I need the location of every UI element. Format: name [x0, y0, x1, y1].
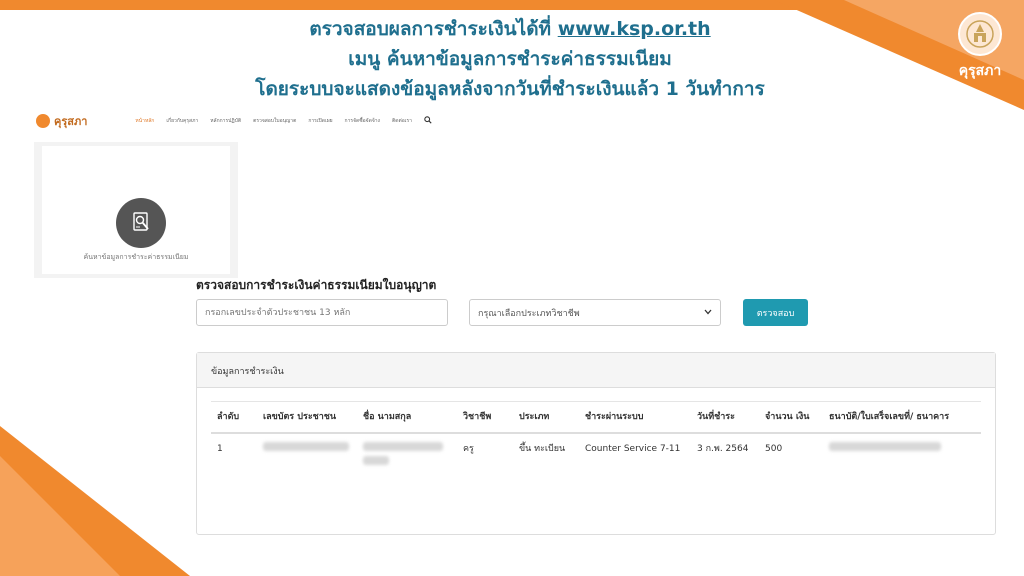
cell-citizen-id-redacted — [257, 433, 357, 478]
check-button[interactable]: ตรวจสอบ — [743, 299, 808, 326]
brand-name: คุรุสภา — [958, 63, 1002, 79]
site-navbar: คุรุสภา หน้าหลัก เกี่ยวกับคุรุสภา หลักกา… — [36, 110, 596, 132]
cell-type: ขึ้น ทะเบียน — [519, 444, 566, 454]
col-date: วันที่ชำระ — [691, 401, 759, 434]
col-profession: วิชาชีพ — [457, 401, 513, 434]
col-type: ประเภท — [513, 401, 579, 434]
corner-decoration-bottom-left-light — [0, 456, 120, 576]
nav-item-home[interactable]: หน้าหลัก — [135, 117, 154, 125]
announcement-heading: ตรวจสอบผลการชำระเงินได้ที่ www.ksp.or.th… — [140, 14, 880, 104]
cell-name-redacted — [357, 433, 457, 478]
col-name: ชื่อ นามสกุล — [357, 401, 457, 434]
nav-item-disclosure[interactable]: การเปิดเผย — [308, 117, 332, 125]
site-logo[interactable]: คุรุสภา — [36, 112, 87, 130]
nav-item-procurement[interactable]: การจัดซื้อจัดจ้าง — [345, 117, 380, 125]
nav-item-principles[interactable]: หลักการปฏิบัติ — [210, 117, 241, 125]
cell-amount: 500 — [765, 444, 783, 454]
announcement-line-2: เมนู ค้นหาข้อมูลการชำระค่าธรรมเนียม — [348, 48, 672, 70]
payment-search-tile-body: ค้นหาข้อมูลการชำระค่าธรรมเนียม — [42, 146, 230, 274]
col-index: ลำดับ — [211, 401, 257, 434]
payment-info-card-title: ข้อมูลการชำระเงิน — [197, 353, 995, 388]
col-receipt: ธนาบัติ/ใบเสร็จเลขที่/ ธนาคาร — [823, 401, 981, 434]
payment-search-tile[interactable]: ค้นหาข้อมูลการชำระค่าธรรมเนียม — [34, 142, 238, 278]
site-logo-text: คุรุสภา — [54, 115, 88, 128]
chevron-down-icon — [704, 308, 712, 317]
table-row: 1 ครู ขึ้น ทะเบียน Counter Service 7-11 … — [211, 433, 981, 478]
cell-date: 3 ก.พ. 2564 — [697, 444, 749, 454]
nav-item-about[interactable]: เกี่ยวกับคุรุสภา — [166, 117, 198, 125]
announcement-line-1: ตรวจสอบผลการชำระเงินได้ที่ www.ksp.or.th — [140, 14, 880, 44]
form-title: ตรวจสอบการชำระเงินค่าธรรมเนียมใบอนุญาต — [196, 278, 437, 292]
cell-receipt-redacted — [823, 433, 981, 478]
profession-select[interactable]: กรุณาเลือกประเภทวิชาชีพ — [469, 299, 721, 326]
search-icon[interactable] — [424, 116, 432, 126]
payment-search-tile-label: ค้นหาข้อมูลการชำระค่าธรรมเนียม — [83, 253, 189, 261]
citizen-id-input[interactable] — [196, 299, 448, 326]
website-link[interactable]: www.ksp.or.th — [558, 18, 711, 40]
col-channel: ชำระผ่านระบบ — [579, 401, 691, 434]
nav-item-license-check[interactable]: ตรวจสอบใบอนุญาต — [253, 117, 296, 125]
nav-item-contact[interactable]: ติดต่อเรา — [392, 117, 412, 125]
announcement-line-1-text: ตรวจสอบผลการชำระเงินได้ที่ — [309, 18, 558, 40]
profession-select-value: กรุณาเลือกประเภทวิชาชีพ — [478, 308, 580, 319]
ksp-brand-logo: คุรุสภา — [950, 12, 1010, 92]
cell-index: 1 — [217, 444, 223, 454]
payment-table: ลำดับ เลขบัตร ประชาชน ชื่อ นามสกุล วิชาช… — [211, 401, 981, 478]
document-search-icon — [116, 198, 166, 248]
payment-info-card: ข้อมูลการชำระเงิน ลำดับ เลขบัตร ประชาชน … — [196, 352, 996, 535]
col-citizen-id: เลขบัตร ประชาชน — [257, 401, 357, 434]
site-logo-icon — [36, 114, 50, 128]
cell-profession: ครู — [463, 444, 474, 454]
ksp-emblem-icon — [958, 12, 1002, 56]
col-amount: จำนวน เงิน — [759, 401, 823, 434]
cell-channel: Counter Service 7-11 — [585, 444, 681, 454]
announcement-line-3: โดยระบบจะแสดงข้อมูลหลังจากวันที่ชำระเงิน… — [255, 78, 765, 100]
table-header-row: ลำดับ เลขบัตร ประชาชน ชื่อ นามสกุล วิชาช… — [211, 401, 981, 434]
